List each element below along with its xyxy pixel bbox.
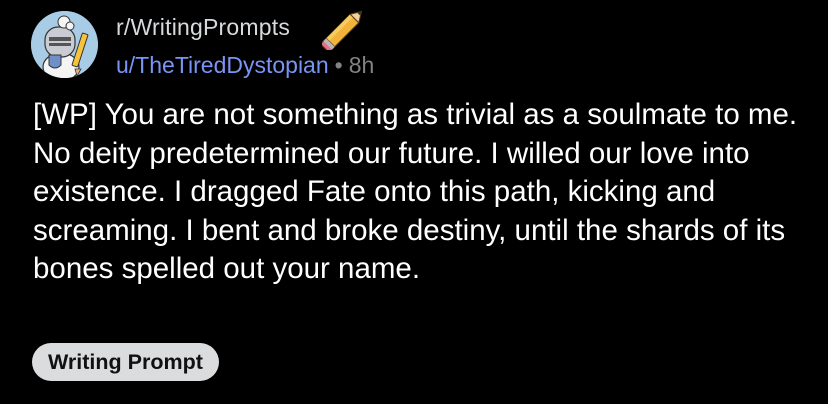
flair-badge[interactable]: Writing Prompt <box>32 343 219 381</box>
post-time: 8h <box>348 52 375 78</box>
separator-dot: • <box>334 52 343 78</box>
pencil-icon <box>322 10 363 50</box>
post-title[interactable]: [WP] You are not something as trivial as… <box>33 96 803 289</box>
subreddit-name[interactable]: r/WritingPrompts <box>116 14 290 41</box>
post-meta: u/TheTiredDystopian • 8h <box>116 52 374 79</box>
subreddit-avatar-icon[interactable] <box>31 11 98 78</box>
post-card: r/WritingPrompts u/TheTiredDystopian • 8h … <box>0 0 828 404</box>
author-link[interactable]: u/TheTiredDystopian <box>116 52 329 78</box>
